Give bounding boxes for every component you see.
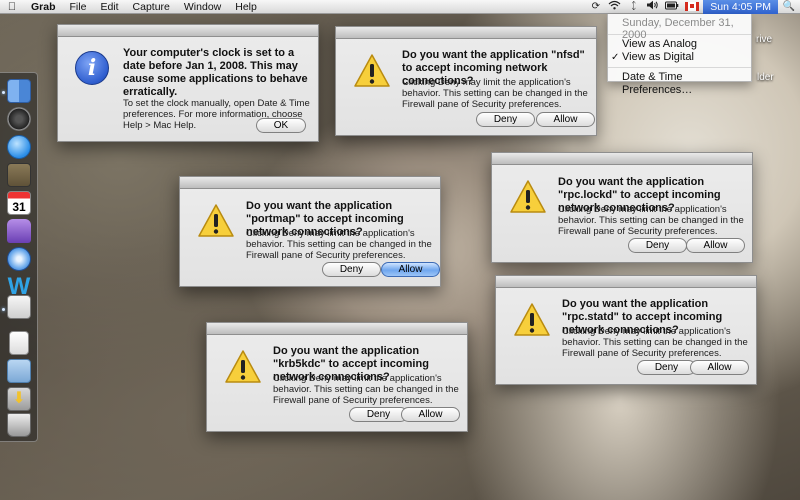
warning-icon: [198, 204, 234, 237]
deny-button[interactable]: Deny: [637, 360, 696, 375]
deny-button[interactable]: Deny: [476, 112, 535, 127]
menu-separator: [608, 67, 751, 68]
clock-warning-dialog: i Your computer's clock is set to a date…: [57, 24, 319, 142]
allow-button[interactable]: Allow: [401, 407, 460, 422]
trash-icon[interactable]: [7, 413, 31, 437]
menu-item-date-time-preferences[interactable]: Date & Time Preferences…: [608, 71, 751, 96]
wifi-icon[interactable]: [605, 0, 624, 13]
time-machine-icon[interactable]: ⟳: [586, 1, 605, 12]
menu-window[interactable]: Window: [177, 0, 228, 14]
desktop-icon-label[interactable]: lder: [757, 72, 774, 83]
ical-icon[interactable]: 31: [7, 191, 31, 215]
downloads-icon[interactable]: ⬇: [7, 387, 31, 411]
allow-button[interactable]: Allow: [686, 238, 745, 253]
menu-file[interactable]: File: [63, 0, 94, 14]
menu-item-label: View as Digital: [622, 51, 694, 63]
warning-icon: [514, 303, 550, 336]
dialog-informative-text: Clicking Deny may limit the application'…: [246, 228, 432, 261]
deny-button[interactable]: Deny: [322, 262, 381, 277]
app-icon[interactable]: [7, 219, 31, 243]
firewall-dialog-rpc-lockd: Do you want the application "rpc.lockd" …: [491, 152, 753, 263]
menu-item-label: View as Analog: [622, 38, 698, 50]
allow-button[interactable]: Allow: [381, 262, 440, 277]
warning-icon: [510, 180, 546, 213]
checkmark-icon: ✓: [611, 52, 620, 63]
dialog-titlebar[interactable]: [336, 27, 596, 39]
deny-button[interactable]: Deny: [349, 407, 408, 422]
running-indicator: [2, 91, 5, 94]
dialog-titlebar[interactable]: [180, 177, 440, 189]
warning-icon: [354, 54, 390, 87]
menu-item-view-digital[interactable]: ✓ View as Digital: [608, 51, 751, 64]
dialog-titlebar[interactable]: [492, 153, 752, 165]
status-area: ⟳ ᛨ Sun 4:05 PM 🔍: [586, 0, 800, 14]
allow-button[interactable]: Allow: [536, 112, 595, 127]
apple-menu-icon[interactable]: : [0, 1, 24, 13]
document-icon[interactable]: [9, 331, 29, 355]
clock-menu-date: Sunday, December 31, 2000: [622, 17, 734, 41]
dock: 31 W ⬇: [0, 72, 38, 442]
firewall-dialog-krb5kdc: Do you want the application "krb5kdc" to…: [206, 322, 468, 432]
firewall-dialog-nfsd: Do you want the application "nfsd" to ac…: [335, 26, 597, 136]
battery-icon[interactable]: [662, 1, 681, 13]
firewall-dialog-rpc-statd: Do you want the application "rpc.statd" …: [495, 275, 757, 385]
info-icon: i: [75, 51, 109, 85]
dialog-titlebar[interactable]: [58, 25, 318, 37]
menu-edit[interactable]: Edit: [93, 0, 125, 14]
menu-item-label: Date & Time Preferences…: [622, 71, 693, 96]
menu-item-view-analog[interactable]: View as Analog: [608, 38, 751, 51]
dialog-titlebar[interactable]: [496, 276, 756, 288]
folder-icon[interactable]: [7, 359, 31, 383]
menu-capture[interactable]: Capture: [126, 0, 177, 14]
clock-dropdown-menu: Sunday, December 31, 2000 View as Analog…: [607, 14, 752, 96]
iphoto-icon[interactable]: [7, 163, 31, 187]
preview-icon[interactable]: [7, 295, 31, 319]
menu-bar:  Grab File Edit Capture Window Help ⟳ ᛨ…: [0, 0, 800, 14]
safari-icon[interactable]: [7, 247, 31, 271]
spotlight-icon[interactable]: 🔍: [778, 1, 800, 12]
dialog-informative-text: Clicking Deny may limit the application'…: [558, 204, 744, 237]
dashboard-icon[interactable]: [7, 107, 31, 131]
dialog-titlebar[interactable]: [207, 323, 467, 335]
dialog-message: Your computer's clock is set to a date b…: [123, 47, 308, 98]
finder-icon[interactable]: [7, 79, 31, 103]
menubar-clock[interactable]: Sun 4:05 PM: [703, 0, 778, 14]
dialog-informative-text: Clicking Deny may limit the application'…: [402, 77, 588, 110]
volume-icon[interactable]: [643, 0, 662, 13]
desktop-icon-label[interactable]: rive: [756, 34, 772, 45]
firewall-dialog-portmap: Do you want the application "portmap" to…: [179, 176, 441, 287]
dialog-informative-text: Clicking Deny may limit the application'…: [273, 373, 459, 406]
running-indicator: [2, 308, 5, 311]
allow-button[interactable]: Allow: [690, 360, 749, 375]
menu-help[interactable]: Help: [228, 0, 264, 14]
itunes-icon[interactable]: [7, 135, 31, 159]
ok-button[interactable]: OK: [256, 118, 306, 133]
deny-button[interactable]: Deny: [628, 238, 687, 253]
bluetooth-icon[interactable]: ᛨ: [624, 1, 643, 12]
app-menu[interactable]: Grab: [24, 0, 63, 14]
dialog-informative-text: Clicking Deny may limit the application'…: [562, 326, 748, 359]
input-flag-icon[interactable]: [685, 2, 700, 11]
warning-icon: [225, 350, 261, 383]
